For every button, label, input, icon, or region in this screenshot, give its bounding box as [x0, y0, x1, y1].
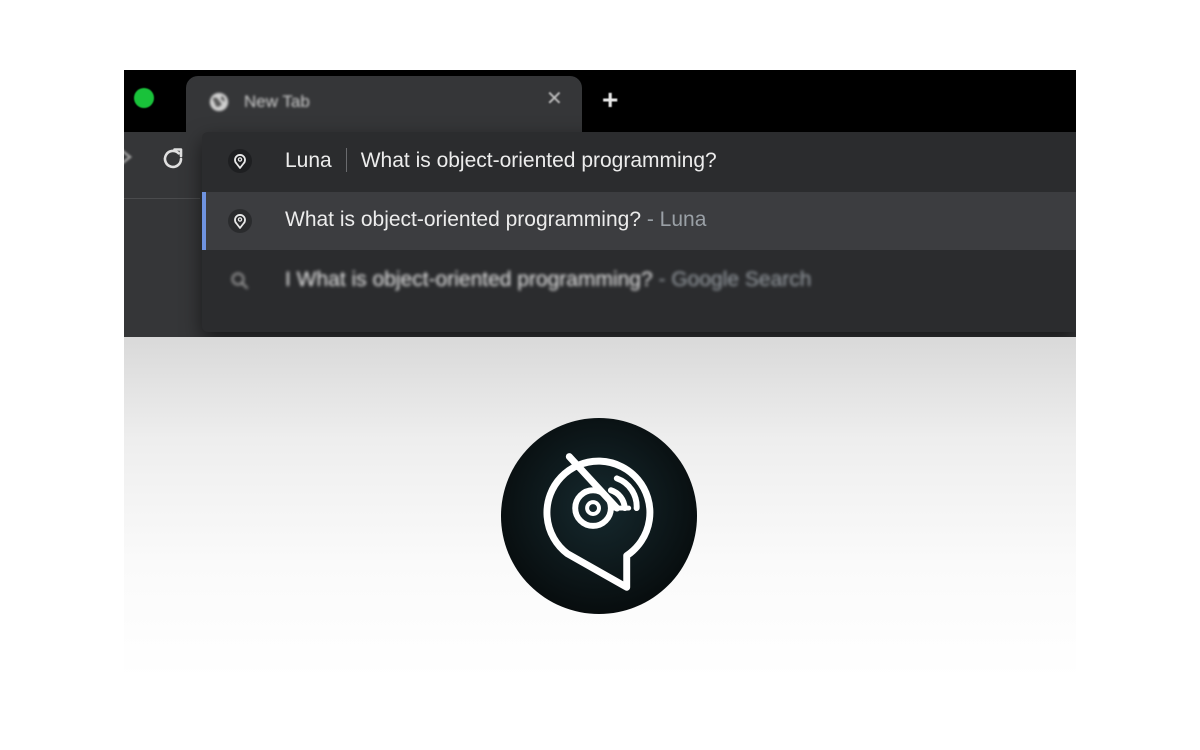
- omnibox-dropdown: Luna What is object-oriented programming?…: [202, 132, 1076, 332]
- search-icon: [231, 272, 249, 290]
- suggestion-item-luna[interactable]: What is object-oriented programming? - L…: [202, 192, 1076, 250]
- tab-strip: New Tab ✕ +: [124, 70, 1076, 132]
- suggestion-text: I What is object-oriented programming?: [285, 268, 653, 291]
- suggestion-text: What is object-oriented programming?: [285, 208, 641, 231]
- browser-window: New Tab ✕ + Luna What is object-oriented …: [124, 70, 1076, 680]
- suggestion-source: - Luna: [646, 208, 707, 231]
- selection-accent: [202, 192, 206, 250]
- window-zoom-button[interactable]: [134, 88, 154, 108]
- omnibox-input[interactable]: Luna What is object-oriented programming?: [202, 132, 1076, 190]
- new-tab-button[interactable]: +: [602, 86, 618, 114]
- luna-logo: [500, 417, 698, 615]
- reload-icon[interactable]: [160, 146, 186, 172]
- tab-title: New Tab: [244, 92, 310, 111]
- suggestion-item-google-search[interactable]: I What is object-oriented programming? -…: [202, 252, 1076, 310]
- keyword-separator: [345, 148, 347, 172]
- suggestion-source: - Google Search: [658, 268, 812, 291]
- toolbar-divider: [124, 198, 200, 199]
- globe-icon: [209, 92, 229, 112]
- omnibox-query: What is object-oriented programming?: [360, 149, 717, 172]
- luna-icon: [228, 149, 252, 173]
- omnibox-keyword: Luna: [285, 149, 332, 172]
- forward-arrow-icon[interactable]: [124, 145, 134, 169]
- tab-new-tab[interactable]: New Tab ✕: [186, 76, 582, 132]
- new-tab-page: [124, 337, 1076, 680]
- close-icon[interactable]: ✕: [546, 89, 563, 109]
- luna-icon: [228, 209, 252, 233]
